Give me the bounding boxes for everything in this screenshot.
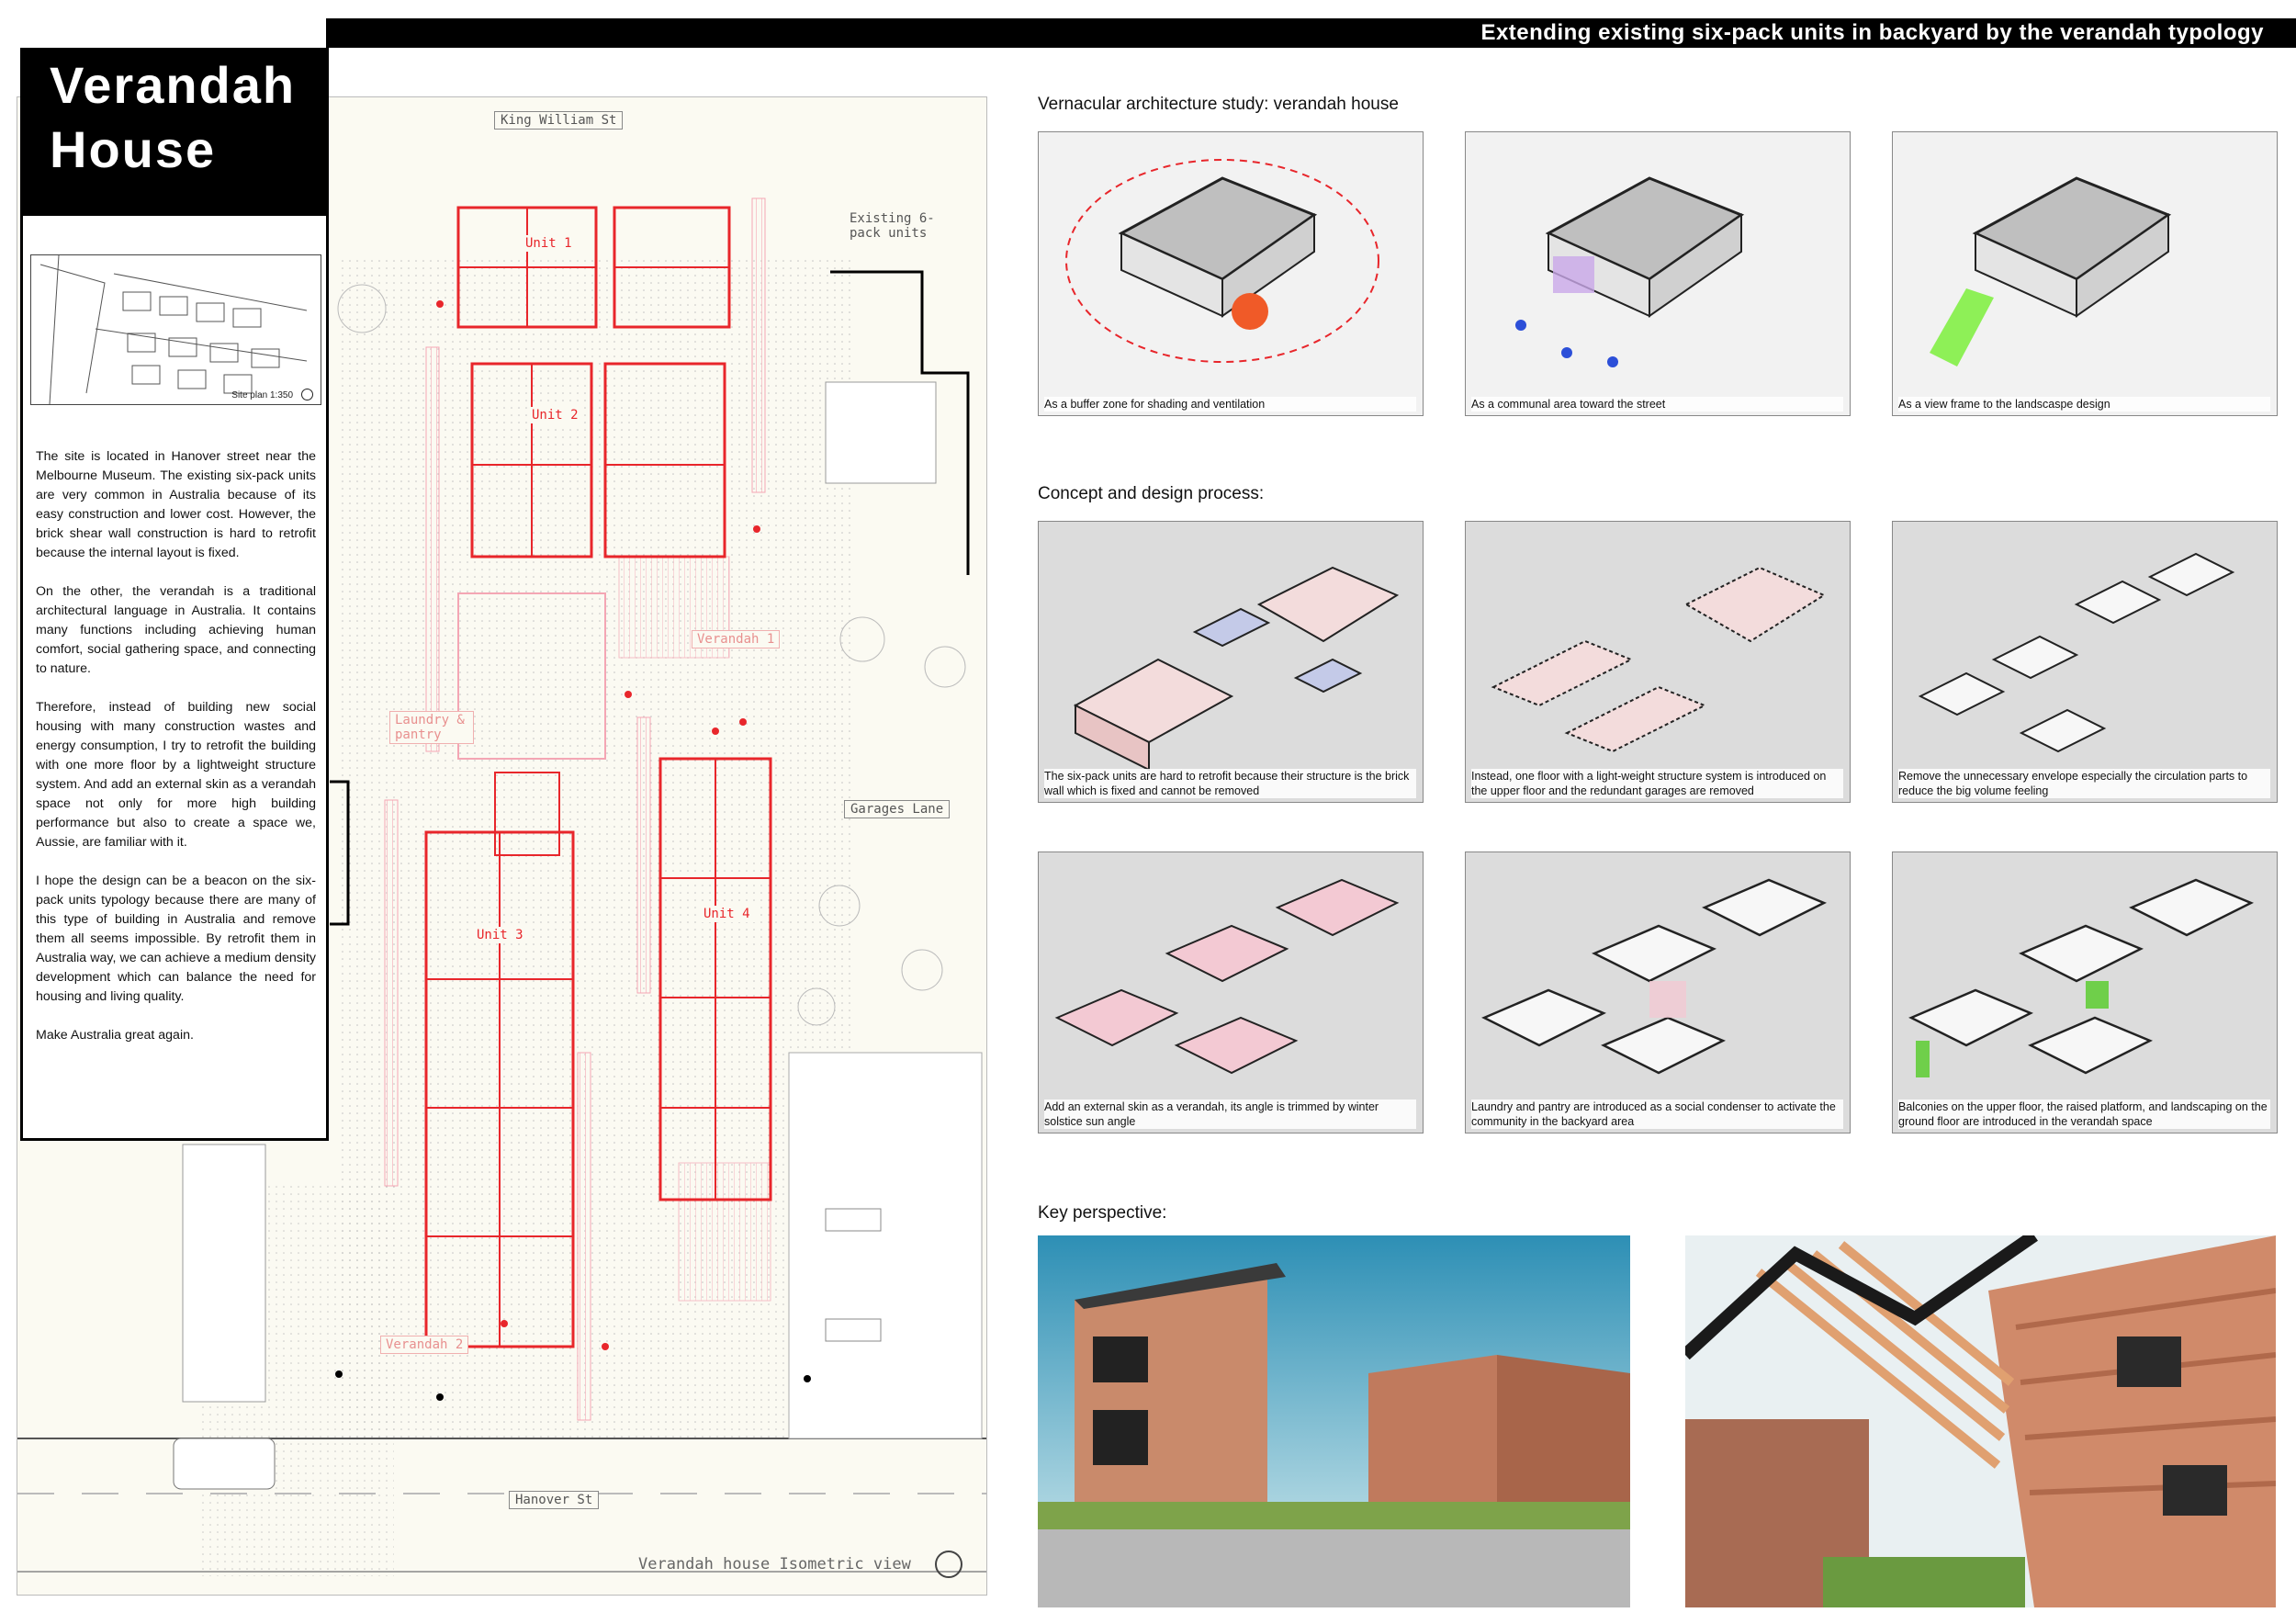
street-perspective-image	[1038, 1235, 1630, 1607]
perspective-render-2	[1685, 1235, 2276, 1607]
site-north-icon	[301, 389, 313, 400]
concept-diagram-2	[1466, 522, 1850, 802]
description-paragraph-4: I hope the design can be a beacon on the…	[36, 874, 316, 1004]
site-plan-label: Site plan 1:350	[231, 390, 293, 400]
concept-caption-6: Balconies on the upper floor, the raised…	[1898, 1100, 2270, 1129]
top-banner: Extending existing six-pack units in bac…	[326, 18, 2296, 48]
communal-diagram	[1466, 132, 1850, 415]
concept-diagram-4	[1039, 852, 1423, 1133]
concept-thumb-1: The six-pack units are hard to retrofit …	[1038, 521, 1424, 803]
site-plan-drawing	[39, 254, 308, 405]
concept-caption-2: Instead, one floor with a light-weight s…	[1471, 769, 1843, 798]
shading-diagram	[1039, 132, 1423, 415]
street-label-top: King William St	[494, 111, 624, 130]
concept-heading: Concept and design process:	[1038, 484, 1265, 503]
vernacular-thumb-1: As a buffer zone for shading and ventila…	[1038, 131, 1424, 416]
title-line-1: Verandah	[50, 56, 297, 114]
verandah-2-label: Verandah 2	[380, 1336, 469, 1354]
concept-caption-3: Remove the unnecessary envelope especial…	[1898, 769, 2270, 798]
plan-caption: Verandah house Isometric view	[638, 1555, 911, 1573]
concept-thumb-4: Add an external skin as a verandah, its …	[1038, 851, 1424, 1133]
vernacular-caption-1: As a buffer zone for shading and ventila…	[1044, 397, 1416, 412]
concept-thumb-3: Remove the unnecessary envelope especial…	[1892, 521, 2278, 803]
title-block: Verandah House	[20, 48, 329, 215]
verandah-perspective-image	[1685, 1235, 2276, 1607]
title-line-2: House	[50, 120, 217, 178]
unit-2-label: Unit 2	[527, 407, 583, 423]
concept-caption-5: Laundry and pantry are introduced as a s…	[1471, 1100, 1843, 1129]
perspective-heading: Key perspective:	[1038, 1203, 1167, 1223]
north-arrow-icon	[935, 1551, 962, 1578]
concept-diagram-1	[1039, 522, 1423, 802]
description-paragraph-5: Make Australia great again.	[36, 1028, 194, 1043]
site-plan-map: Site plan 1:350	[30, 254, 321, 405]
description-paragraph-2: On the other, the verandah is a traditio…	[36, 584, 316, 676]
view-frame-diagram	[1893, 132, 2277, 415]
unit-3-label: Unit 3	[472, 927, 528, 943]
perspective-render-1	[1038, 1235, 1630, 1607]
verandah-1-label: Verandah 1	[692, 630, 781, 648]
banner-title: Extending existing six-pack units in bac…	[1480, 20, 2264, 45]
concept-diagram-5	[1466, 852, 1850, 1133]
concept-diagram-6	[1893, 852, 2277, 1133]
street-label-right: Garages Lane	[844, 800, 951, 818]
vernacular-thumb-3: As a view frame to the landscaspe design	[1892, 131, 2278, 416]
description-text: The site is located in Hanover street ne…	[36, 447, 316, 1065]
concept-caption-1: The six-pack units are hard to retrofit …	[1044, 769, 1416, 798]
existing-units-label: Existing 6-pack units	[850, 211, 935, 241]
unit-1-label: Unit 1	[521, 235, 577, 252]
street-label-bottom: Hanover St	[509, 1491, 600, 1509]
description-paragraph-1: The site is located in Hanover street ne…	[36, 449, 316, 560]
vernacular-heading: Vernacular architecture study: verandah …	[1038, 95, 1399, 114]
concept-thumb-2: Instead, one floor with a light-weight s…	[1465, 521, 1851, 803]
vernacular-caption-2: As a communal area toward the street	[1471, 397, 1843, 412]
description-panel: Site plan 1:350 The site is located in H…	[20, 213, 329, 1141]
concept-caption-4: Add an external skin as a verandah, its …	[1044, 1100, 1416, 1129]
laundry-label: Laundry & pantry	[389, 711, 474, 744]
vernacular-thumb-2: As a communal area toward the street	[1465, 131, 1851, 416]
concept-thumb-5: Laundry and pantry are introduced as a s…	[1465, 851, 1851, 1133]
description-paragraph-3: Therefore, instead of building new socia…	[36, 700, 316, 850]
concept-thumb-6: Balconies on the upper floor, the raised…	[1892, 851, 2278, 1133]
concept-diagram-3	[1893, 522, 2277, 802]
vernacular-caption-3: As a view frame to the landscaspe design	[1898, 397, 2270, 412]
unit-4-label: Unit 4	[699, 906, 755, 922]
